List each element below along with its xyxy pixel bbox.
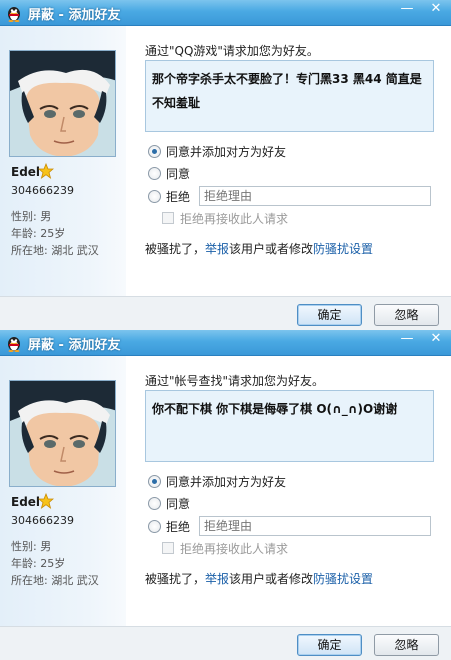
option-accept-label: 同意: [166, 496, 191, 511]
block-future-row[interactable]: 拒绝再接收此人请求: [162, 210, 288, 226]
add-friend-dialog-2: 屏蔽 - 添加好友 — ✕ Edel 304666239 性别: 男 年龄: 2…: [0, 330, 451, 660]
age-line: 年龄: 25岁: [11, 555, 65, 571]
add-friend-dialog-1: 屏蔽 - 添加好友 — ✕ Edel 304666239 性别: 男 年龄: 2…: [0, 0, 451, 330]
location-line: 所在地: 湖北 武汉: [11, 242, 99, 258]
block-future-label: 拒绝再接收此人请求: [180, 211, 289, 226]
harass-middle: 该用户或者修改: [229, 242, 314, 256]
age-label: 年龄:: [11, 227, 37, 240]
option-accept-add[interactable]: 同意并添加对方为好友: [148, 472, 286, 490]
option-reject[interactable]: 拒绝: [148, 517, 190, 535]
anti-harass-settings-link[interactable]: 防骚扰设置: [313, 572, 373, 586]
gender-line: 性别: 男: [11, 208, 51, 224]
button-bar: 确定 忽略: [0, 296, 451, 330]
radio-reject[interactable]: [148, 519, 161, 533]
harass-line: 被骚扰了，举报该用户或者修改防骚扰设置: [145, 570, 373, 587]
option-accept-add-label: 同意并添加对方为好友: [166, 144, 287, 159]
qq-number: 304666239: [11, 514, 74, 527]
block-future-label: 拒绝再接收此人请求: [180, 541, 289, 556]
minimize-button[interactable]: —: [394, 330, 420, 350]
harass-line: 被骚扰了，举报该用户或者修改防骚扰设置: [145, 240, 373, 257]
button-bar: 确定 忽略: [0, 626, 451, 660]
block-future-checkbox[interactable]: [162, 212, 174, 224]
request-caption: 通过"QQ游戏"请求加您为好友。: [145, 44, 319, 58]
nickname: Edel: [11, 495, 41, 509]
harass-prefix: 被骚扰了，: [145, 572, 206, 586]
ignore-button[interactable]: 忽略: [374, 304, 439, 326]
anti-harass-settings-link[interactable]: 防骚扰设置: [313, 242, 373, 256]
option-accept[interactable]: 同意: [148, 164, 190, 182]
close-button[interactable]: ✕: [423, 330, 449, 350]
qq-number: 304666239: [11, 184, 74, 197]
option-accept-add-label: 同意并添加对方为好友: [166, 474, 287, 489]
age-label: 年龄:: [11, 557, 37, 570]
dialog-title: 屏蔽 - 添加好友: [28, 338, 121, 353]
star-icon: [37, 162, 55, 180]
age-value: 25岁: [40, 227, 66, 240]
profile-panel: Edel 304666239 性别: 男 年龄: 25岁 所在地: 湖北 武汉: [0, 26, 126, 296]
gender-label: 性别:: [11, 540, 37, 553]
block-future-row[interactable]: 拒绝再接收此人请求: [162, 540, 288, 556]
ignore-button[interactable]: 忽略: [374, 634, 439, 656]
radio-accept-add[interactable]: [148, 474, 161, 488]
dialog-title: 屏蔽 - 添加好友: [28, 8, 121, 23]
title-bar[interactable]: 屏蔽 - 添加好友 — ✕: [0, 330, 451, 356]
gender-value: 男: [40, 210, 52, 223]
report-link[interactable]: 举报: [205, 242, 229, 256]
reject-reason-input[interactable]: [199, 186, 431, 206]
request-caption: 通过"帐号查找"请求加您为好友。: [145, 374, 325, 388]
close-button[interactable]: ✕: [423, 0, 449, 20]
location-line: 所在地: 湖北 武汉: [11, 572, 99, 588]
anime-boy-avatar: [9, 50, 116, 157]
gender-line: 性别: 男: [11, 538, 51, 554]
radio-reject[interactable]: [148, 189, 161, 203]
qq-penguin-icon: [5, 4, 23, 22]
request-message: 你不配下棋 你下棋是侮辱了棋 O(∩_∩)O谢谢: [145, 390, 434, 462]
gender-label: 性别:: [11, 210, 37, 223]
option-reject-label: 拒绝: [166, 189, 191, 204]
option-reject-label: 拒绝: [166, 519, 191, 534]
star-icon: [37, 492, 55, 510]
profile-panel: Edel 304666239 性别: 男 年龄: 25岁 所在地: 湖北 武汉: [0, 356, 126, 626]
radio-accept[interactable]: [148, 496, 161, 510]
minimize-button[interactable]: —: [394, 0, 420, 20]
gender-value: 男: [40, 540, 52, 553]
reject-reason-input[interactable]: [199, 516, 431, 536]
confirm-button[interactable]: 确定: [297, 304, 362, 326]
harass-middle: 该用户或者修改: [229, 572, 314, 586]
confirm-button[interactable]: 确定: [297, 634, 362, 656]
age-value: 25岁: [40, 557, 66, 570]
anime-boy-avatar: [9, 380, 116, 487]
radio-accept-add[interactable]: [148, 144, 161, 158]
option-reject[interactable]: 拒绝: [148, 187, 190, 205]
nickname: Edel: [11, 165, 41, 179]
age-line: 年龄: 25岁: [11, 225, 65, 241]
location-value: 湖北 武汉: [51, 244, 99, 257]
title-bar[interactable]: 屏蔽 - 添加好友 — ✕: [0, 0, 451, 26]
option-accept-label: 同意: [166, 166, 191, 181]
harass-prefix: 被骚扰了，: [145, 242, 206, 256]
request-message: 那个帝字杀手太不要脸了！专门黑33 黑44 简直是不知羞耻: [145, 60, 434, 132]
radio-accept[interactable]: [148, 166, 161, 180]
location-value: 湖北 武汉: [51, 574, 99, 587]
report-link[interactable]: 举报: [205, 572, 229, 586]
option-accept[interactable]: 同意: [148, 494, 190, 512]
option-accept-add[interactable]: 同意并添加对方为好友: [148, 142, 286, 160]
location-label: 所在地:: [11, 574, 48, 587]
location-label: 所在地:: [11, 244, 48, 257]
qq-penguin-icon: [5, 334, 23, 352]
block-future-checkbox[interactable]: [162, 542, 174, 554]
